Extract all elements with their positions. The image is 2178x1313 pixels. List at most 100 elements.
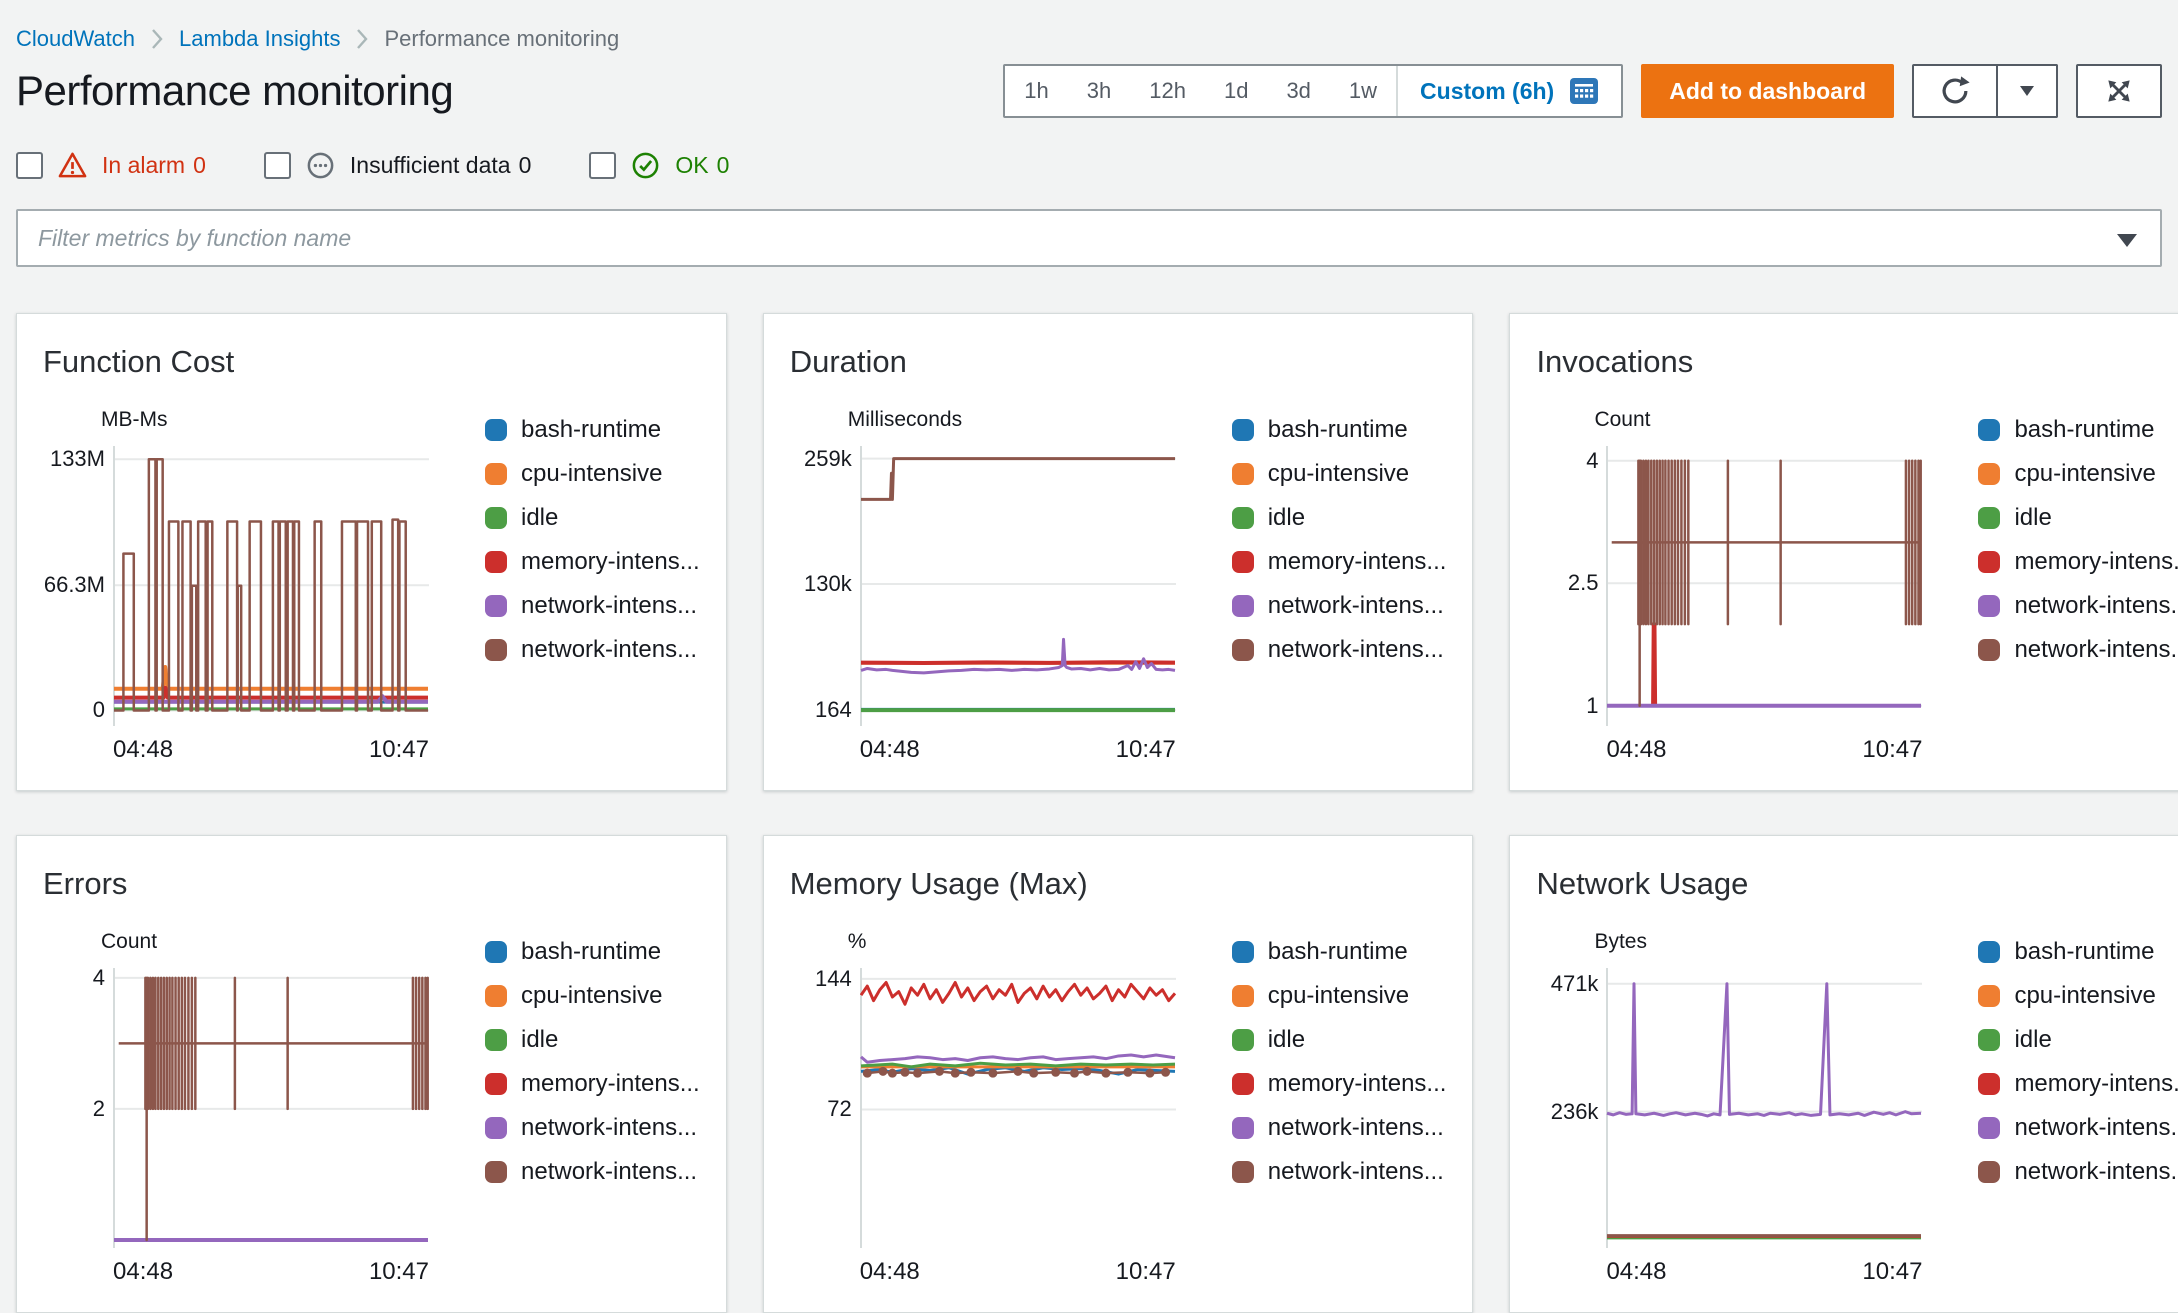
refresh-button[interactable] [1912, 64, 1998, 118]
legend-item[interactable]: memory-intens... [1231, 540, 1447, 584]
time-range-1d[interactable]: 1d [1205, 66, 1267, 116]
legend-color-dot [1231, 639, 1254, 661]
legend-label: memory-intens... [1267, 548, 1447, 575]
filter-dropdown-icon[interactable] [2116, 233, 2138, 253]
chart-legend: bash-runtime cpu-intensive idle memory-inte… [1231, 930, 1447, 1286]
legend-item[interactable]: network-intens... [485, 1150, 700, 1194]
legend-color-dot [1231, 419, 1254, 441]
add-to-dashboard-button[interactable]: Add to dashboard [1641, 64, 1894, 118]
legend-item[interactable]: network-intens... [485, 1106, 700, 1150]
legend-item[interactable]: network-intens... [485, 628, 700, 672]
legend-label: network-intens... [2014, 592, 2178, 619]
legend-label: cpu-intensive [2014, 982, 2156, 1009]
legend-item[interactable]: cpu-intensive [1978, 452, 2178, 496]
legend-item[interactable]: idle [1231, 1018, 1447, 1062]
refresh-options-button[interactable] [1998, 64, 2058, 118]
fullscreen-button[interactable] [2076, 64, 2162, 118]
alarm-triangle-icon [57, 150, 88, 181]
legend-label: bash-runtime [1267, 416, 1408, 443]
legend-item[interactable]: memory-intens... [1978, 1062, 2178, 1106]
legend-item[interactable]: network-intens... [1978, 1150, 2178, 1194]
chart-title: Duration [789, 344, 907, 379]
legend-item[interactable]: network-intens... [1231, 628, 1447, 672]
checkbox-insufficient[interactable] [263, 152, 291, 179]
custom-time-range-button[interactable]: Custom (6h) [1396, 66, 1621, 116]
legend-label: memory-intens... [521, 548, 700, 575]
legend-color-dot [485, 551, 507, 573]
y-axis-labels: 471k 236k [1536, 968, 1606, 1248]
custom-time-range-label: Custom (6h) [1420, 77, 1555, 104]
calendar-icon [1569, 76, 1599, 106]
checkbox-ok[interactable] [589, 152, 617, 179]
legend-color-dot [485, 1117, 507, 1139]
time-range-3h[interactable]: 3h [1068, 66, 1130, 116]
time-range-3d[interactable]: 3d [1267, 66, 1329, 116]
alarm-filter-label: OK 0 [675, 152, 729, 179]
alarm-filter-count: 0 [193, 152, 206, 178]
y-axis-unit-label: Bytes [1594, 930, 1647, 953]
page-title: Performance monitoring [16, 67, 454, 114]
legend-item[interactable]: network-intens... [1978, 584, 2178, 628]
legend-item[interactable]: network-intens... [1978, 1106, 2178, 1150]
legend-color-dot [1231, 941, 1254, 963]
checkbox-alarm[interactable] [16, 152, 43, 179]
legend-item[interactable]: cpu-intensive [1978, 974, 2178, 1018]
legend-label: memory-intens... [2014, 548, 2178, 575]
breadcrumb-item-cloudwatch[interactable]: CloudWatch [16, 26, 135, 52]
legend-label: idle [1267, 1026, 1306, 1053]
legend-item[interactable]: idle [1978, 496, 2178, 540]
legend-color-dot [485, 985, 507, 1007]
legend-item[interactable]: memory-intens... [485, 1062, 700, 1106]
x-tick-label: 10:47 [1862, 736, 1923, 763]
time-range-1h[interactable]: 1h [1005, 66, 1067, 116]
legend-color-dot [1231, 463, 1254, 485]
legend-color-dot [1231, 551, 1254, 573]
chart-legend: bash-runtime cpu-intensive idle memory-inte… [1231, 408, 1447, 764]
legend-item[interactable]: memory-intens... [1231, 1062, 1446, 1106]
legend-label: network-intens... [1267, 592, 1444, 619]
legend-item[interactable]: cpu-intensive [485, 974, 700, 1018]
filter-metrics-input[interactable] [16, 209, 2162, 267]
legend-item[interactable]: cpu-intensive [1231, 452, 1447, 496]
y-axis-unit-label: Milliseconds [847, 408, 963, 431]
y-tick-label: 4 [92, 964, 105, 990]
legend-item[interactable]: network-intens... [1231, 1150, 1447, 1194]
y-tick-label: 2 [92, 1095, 105, 1121]
legend-item[interactable]: network-intens... [1231, 584, 1447, 628]
x-axis-labels: 04:48 10:47 [113, 736, 429, 764]
legend-item[interactable]: cpu-intensive [485, 452, 700, 496]
refresh-split-button [1912, 64, 2058, 118]
y-tick-label: 259k [804, 445, 852, 471]
legend-item[interactable]: bash-runtime [1978, 408, 2178, 452]
legend-label: network-intens... [2014, 1114, 2178, 1141]
legend-item[interactable]: bash-runtime [485, 408, 700, 452]
legend-item[interactable]: memory-intens... [485, 540, 700, 584]
chart-title: Function Cost [43, 344, 235, 379]
time-range-1w[interactable]: 1w [1330, 66, 1396, 116]
legend-color-dot [485, 639, 507, 661]
chart-card-memory-usage-max-: Memory Usage (Max)% 144 72 04:48 10:47 bash-r… [762, 835, 1474, 1313]
legend-item[interactable]: idle [1978, 1018, 2178, 1062]
time-range-12h[interactable]: 12h [1130, 66, 1205, 116]
legend-color-dot [1231, 507, 1254, 529]
chart-body: Milliseconds 259k 130k 164 04:48 10:47 bash-ru… [790, 408, 1447, 764]
legend-item[interactable]: bash-runtime [1231, 930, 1447, 974]
legend-label: cpu-intensive [1267, 982, 1410, 1009]
legend-item[interactable]: memory-intens... [1978, 540, 2178, 584]
legend-item[interactable]: idle [1231, 496, 1447, 540]
breadcrumb-item-lambda-insights[interactable]: Lambda Insights [179, 26, 340, 52]
legend-item[interactable]: network-intens... [1978, 628, 2178, 672]
legend-item[interactable]: bash-runtime [485, 930, 700, 974]
y-tick-label: 130k [804, 570, 852, 596]
x-tick-label: 10:47 [368, 736, 429, 763]
legend-item[interactable]: bash-runtime [1231, 408, 1447, 452]
legend-item[interactable]: network-intens... [1231, 1106, 1447, 1150]
legend-item[interactable]: idle [485, 496, 700, 540]
legend-item[interactable]: cpu-intensive [1231, 974, 1447, 1018]
chart-plot [1606, 446, 1923, 726]
legend-item[interactable]: bash-runtime [1978, 930, 2178, 974]
legend-item[interactable]: idle [485, 1018, 700, 1062]
legend-item[interactable]: network-intens... [485, 584, 700, 628]
legend-label: cpu-intensive [521, 460, 663, 487]
legend-color-dot [1978, 595, 2001, 617]
